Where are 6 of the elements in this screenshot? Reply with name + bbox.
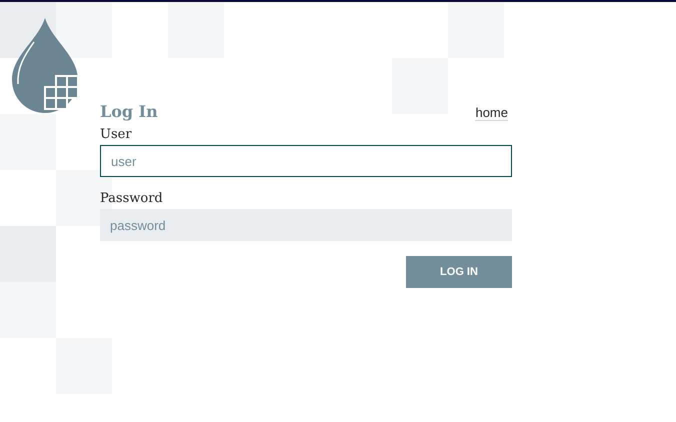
field-label: Password: [100, 191, 164, 206]
input-field[interactable]: user: [100, 145, 512, 177]
field-label: User: [100, 127, 133, 142]
home-link[interactable]: home: [475, 105, 508, 121]
input-field[interactable]: password: [100, 209, 512, 241]
login-title: Log In: [100, 102, 158, 121]
